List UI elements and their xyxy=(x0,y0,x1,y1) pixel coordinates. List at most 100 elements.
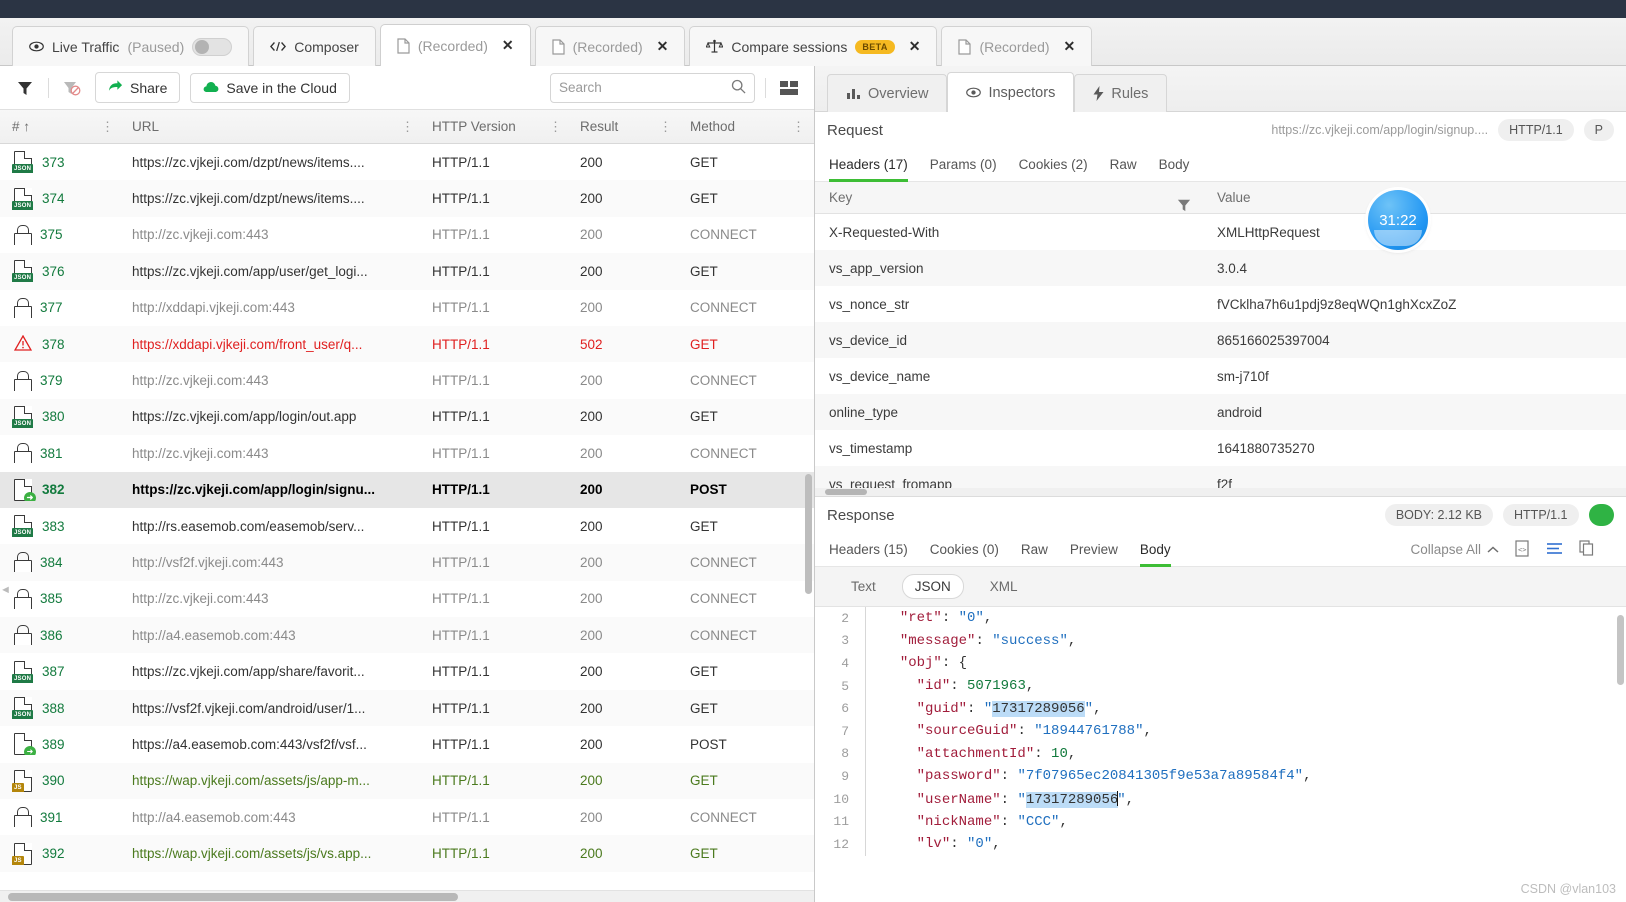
column-menu-icon[interactable]: ⋮ xyxy=(549,119,562,135)
code-gutter xyxy=(865,742,883,766)
sessions-horizontal-scrollbar[interactable] xyxy=(0,890,814,902)
scales-icon xyxy=(706,39,724,54)
request-header-row[interactable]: X-Requested-With XMLHttpRequest xyxy=(815,214,1626,250)
recording-timer-bubble[interactable]: 31:22 xyxy=(1368,190,1428,250)
column-menu-icon[interactable]: ⋮ xyxy=(101,119,114,135)
grid-column-header-[interactable]: # ↑ ⋮ xyxy=(0,110,120,143)
session-row[interactable]: JSON 383 http://rs.easemob.com/easemob/ser… xyxy=(0,508,814,544)
save-in-cloud-button[interactable]: Save in the Cloud xyxy=(190,72,350,103)
request-headers-columns: Key Value xyxy=(815,182,1626,214)
copy-icon[interactable] xyxy=(1579,540,1594,559)
request-subtab-body[interactable]: Body xyxy=(1159,148,1190,182)
pane-collapse-arrow-icon[interactable]: ◄ xyxy=(0,584,11,600)
session-tab-recorded-2[interactable]: (Recorded) ✕ xyxy=(379,24,531,66)
scrollbar-thumb[interactable] xyxy=(8,893,458,901)
response-format-xml[interactable]: XML xyxy=(978,575,1030,598)
session-tab-livetraffic-0[interactable]: Live Traffic (Paused) xyxy=(12,26,250,66)
session-row[interactable]: JSON 387 https://zc.vjkeji.com/app/share/f… xyxy=(0,653,814,689)
response-vertical-scrollbar[interactable] xyxy=(1617,615,1624,685)
grid-column-header-method[interactable]: Method ⋮ xyxy=(678,110,811,143)
request-header-row[interactable]: vs_device_id 865166025397004 xyxy=(815,322,1626,358)
session-tab-recorded-5[interactable]: (Recorded) ✕ xyxy=(941,26,1093,66)
session-row[interactable]: 386 http://a4.easemob.com:443 HTTP/1.1 200 C… xyxy=(0,617,814,654)
scrollbar-thumb[interactable] xyxy=(825,489,867,495)
column-menu-icon[interactable]: ⋮ xyxy=(792,119,805,135)
request-subtab-params-0[interactable]: Params (0) xyxy=(930,148,997,182)
grid-column-header-result[interactable]: Result ⋮ xyxy=(568,110,678,143)
code-file-icon[interactable]: <> xyxy=(1515,539,1530,560)
session-row[interactable]: ➜ 389 https://a4.easemob.com:443/vsf2f/vsf… xyxy=(0,726,814,762)
session-row[interactable]: 381 http://zc.vjkeji.com:443 HTTP/1.1 200 CO… xyxy=(0,435,814,471)
live-traffic-toggle[interactable] xyxy=(192,37,233,56)
session-row[interactable]: JSON 380 https://zc.vjkeji.com/app/login/o… xyxy=(0,398,814,436)
session-tab-recorded-3[interactable]: (Recorded) ✕ xyxy=(534,26,686,66)
request-header-row[interactable]: online_type android xyxy=(815,394,1626,430)
session-row[interactable]: JSON 373 https://zc.vjkeji.com/dzpt/news/i… xyxy=(0,144,814,180)
collapse-all-button[interactable]: Collapse All xyxy=(1410,542,1499,557)
session-row[interactable]: JSON 388 https://vsf2f.vjkeji.com/android/… xyxy=(0,689,814,727)
session-url-cell: http://vsf2f.vjkeji.com:443 xyxy=(132,554,284,570)
layout-icon[interactable] xyxy=(776,75,802,101)
session-row[interactable]: 384 http://vsf2f.vjkeji.com:443 HTTP/1.1 20… xyxy=(0,544,814,581)
column-menu-icon[interactable]: ⋮ xyxy=(659,119,672,135)
request-header-row[interactable]: vs_app_version 3.0.4 xyxy=(815,250,1626,286)
header-key: vs_device_id xyxy=(829,332,908,348)
request-header-row[interactable]: vs_nonce_str fVCklha7h6u1pdj9z8eqWQn1ghXc… xyxy=(815,286,1626,322)
code-gutter xyxy=(865,652,883,675)
request-subtab-raw[interactable]: Raw xyxy=(1110,148,1137,182)
session-row[interactable]: 378 https://xddapi.vjkeji.com/front_user/… xyxy=(0,325,814,363)
fiddler-window: Live Traffic (Paused) Composer (Recorded) ✕(… xyxy=(0,0,1626,902)
response-subtab-cookies-0[interactable]: Cookies (0) xyxy=(930,533,999,567)
session-row[interactable]: 375 http://zc.vjkeji.com:443 HTTP/1.1 200 CO… xyxy=(0,217,814,253)
session-row[interactable]: 385 http://zc.vjkeji.com:443 HTTP/1.1 200 CO… xyxy=(0,581,814,617)
request-header-row[interactable]: vs_device_name sm-j710f xyxy=(815,358,1626,394)
session-row[interactable]: JS 390 https://wap.vjkeji.com/assets/js/ap… xyxy=(0,762,814,800)
line-number: 4 xyxy=(841,655,849,671)
session-number: 373 xyxy=(42,154,65,170)
grid-column-header-url[interactable]: URL ⋮ xyxy=(120,110,420,143)
request-subtab-cookies-2[interactable]: Cookies (2) xyxy=(1019,148,1088,182)
response-format-text[interactable]: Text xyxy=(839,575,888,598)
session-tab-compare-4[interactable]: Compare sessions BETA ✕ xyxy=(689,26,938,66)
session-row[interactable]: JSON 374 https://zc.vjkeji.com/dzpt/news/i… xyxy=(0,180,814,217)
wrap-lines-icon[interactable] xyxy=(1546,541,1563,559)
inspector-tab-inspectors[interactable]: Inspectors xyxy=(947,72,1075,112)
funnel-icon[interactable] xyxy=(12,75,38,101)
session-row[interactable]: 379 http://zc.vjkeji.com:443 HTTP/1.1 200 CO… xyxy=(0,362,814,398)
response-subtab-preview[interactable]: Preview xyxy=(1070,533,1118,567)
session-tab-state: (Paused) xyxy=(127,38,185,55)
response-body-code[interactable]: CSDN @vlan103 2 "ret": "0", 3 "message": … xyxy=(815,607,1626,902)
line-number: 12 xyxy=(833,836,849,852)
session-url-cell: https://zc.vjkeji.com/app/user/get_logi.… xyxy=(132,263,368,279)
session-row[interactable]: JSON 376 https://zc.vjkeji.com/app/user/ge… xyxy=(0,253,814,290)
session-row[interactable]: ➜ 382 https://zc.vjkeji.com/app/login/sign… xyxy=(0,471,814,508)
column-menu-icon[interactable]: ⋮ xyxy=(401,119,414,135)
grid-column-header-http-version[interactable]: HTTP Version ⋮ xyxy=(420,110,568,143)
request-horizontal-scrollbar[interactable] xyxy=(815,488,1626,496)
inspector-tab-overview[interactable]: Overview xyxy=(827,74,948,112)
funnel-off-icon[interactable] xyxy=(59,75,85,101)
response-subtab-headers-15[interactable]: Headers (15) xyxy=(829,533,908,567)
close-icon[interactable]: ✕ xyxy=(909,38,921,55)
session-row[interactable]: 377 http://xddapi.vjkeji.com:443 HTTP/1.1 2… xyxy=(0,290,814,326)
json-document-icon: JSON xyxy=(12,405,34,428)
response-format-json[interactable]: JSON xyxy=(901,574,964,599)
response-subtab-body[interactable]: Body xyxy=(1139,533,1171,567)
search-input[interactable]: Search xyxy=(550,72,755,103)
request-header-row[interactable]: vs_timestamp 1641880735270 xyxy=(815,430,1626,466)
funnel-icon[interactable] xyxy=(1177,198,1191,215)
session-method-cell: GET xyxy=(690,664,718,680)
sessions-vertical-scrollbar[interactable] xyxy=(805,474,812,594)
inspector-tab-rules[interactable]: Rules xyxy=(1074,74,1168,112)
request-subtab-headers-17[interactable]: Headers (17) xyxy=(829,148,908,182)
close-icon[interactable]: ✕ xyxy=(1064,38,1076,55)
session-row[interactable]: 391 http://a4.easemob.com:443 HTTP/1.1 200 C… xyxy=(0,799,814,835)
close-icon[interactable]: ✕ xyxy=(657,38,669,55)
session-row[interactable]: JS 392 https://wap.vjkeji.com/assets/js/vs… xyxy=(0,835,814,872)
session-tab-composer-1[interactable]: Composer xyxy=(253,26,376,66)
session-tab-strip: Live Traffic (Paused) Composer (Recorded) ✕(… xyxy=(0,18,1626,66)
response-subtab-raw[interactable]: Raw xyxy=(1021,533,1048,567)
share-button[interactable]: Share xyxy=(95,72,181,103)
inspector-pane: Overview Inspectors Rules Request https://… xyxy=(815,66,1626,902)
close-icon[interactable]: ✕ xyxy=(502,37,514,54)
